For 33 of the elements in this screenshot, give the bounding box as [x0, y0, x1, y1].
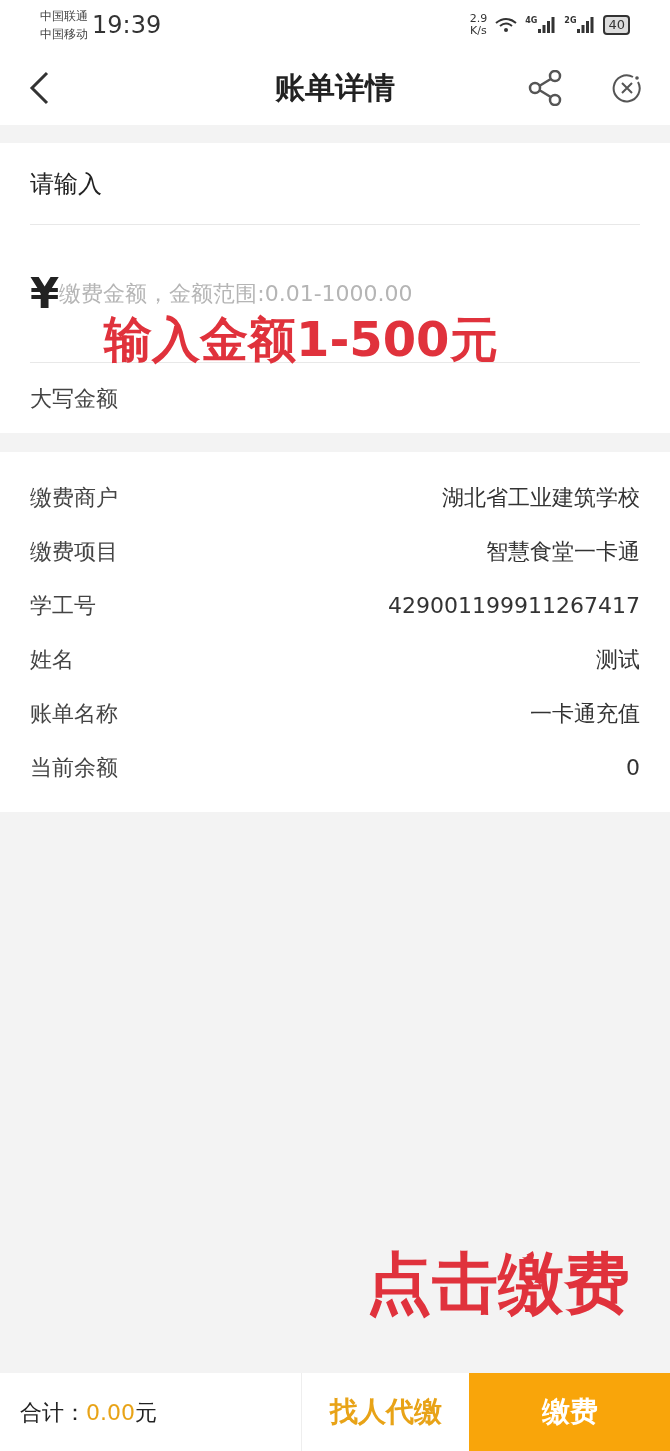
- pay-button[interactable]: 缴费: [469, 1373, 670, 1451]
- amount-field[interactable]: 缴费金额，金额范围:0.01-1000.00: [59, 277, 640, 310]
- share-icon[interactable]: [528, 69, 562, 106]
- currency-symbol: ¥: [30, 272, 60, 315]
- total-label: 合计：: [20, 1398, 86, 1427]
- detail-value: 智慧食堂一卡通: [486, 537, 640, 566]
- page-title: 账单详情: [275, 69, 395, 107]
- annotation-text: 点击缴费: [366, 1244, 630, 1324]
- annotation-text: 输入金额1-500元: [104, 310, 498, 369]
- detail-label: 学工号: [30, 591, 96, 620]
- close-icon[interactable]: [612, 72, 642, 103]
- detail-label: 缴费项目: [30, 537, 118, 566]
- back-icon[interactable]: [28, 70, 50, 105]
- carrier-label: 中国联通: [40, 8, 88, 25]
- detail-label: 账单名称: [30, 699, 118, 728]
- carrier-label: 中国移动: [40, 26, 88, 43]
- status-time: 19:39: [92, 10, 162, 41]
- currency-unit: 元: [135, 1398, 157, 1427]
- detail-value: 0: [626, 753, 640, 782]
- network-speed: K/s: [470, 25, 487, 37]
- detail-value: 一卡通充值: [530, 699, 640, 728]
- detail-label: 当前余额: [30, 753, 118, 782]
- detail-value: 429001199911267417: [388, 591, 640, 620]
- uppercase-amount-label: 大写金额: [30, 384, 118, 413]
- detail-value: 测试: [596, 645, 640, 674]
- prompt-label: 请输入: [30, 168, 102, 200]
- detail-label: 姓名: [30, 645, 74, 674]
- wifi-icon: [495, 17, 518, 33]
- detail-label: 缴费商户: [30, 483, 118, 512]
- total-value: 0.00: [86, 1398, 135, 1427]
- detail-value: 湖北省工业建筑学校: [442, 483, 640, 512]
- network-speed: 2.9: [469, 13, 488, 25]
- battery-icon: 40: [603, 15, 630, 35]
